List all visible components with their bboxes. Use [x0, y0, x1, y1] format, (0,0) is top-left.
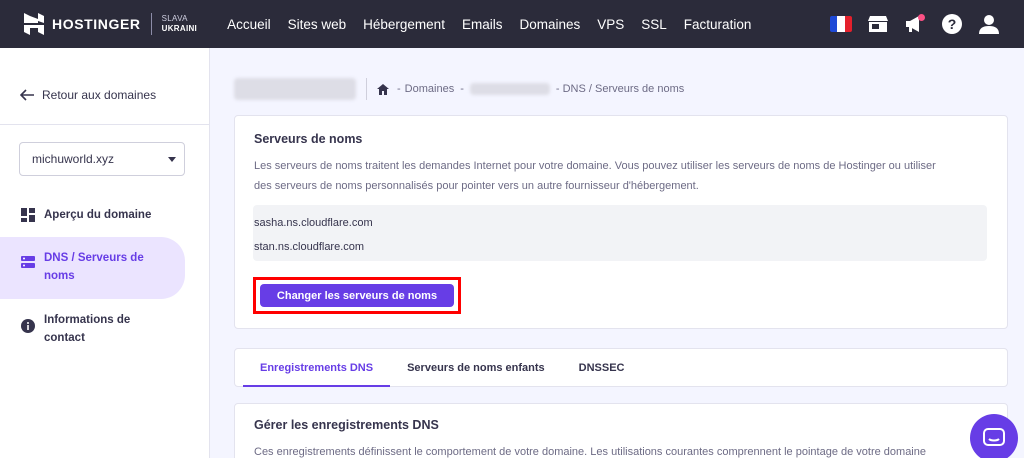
sidebar-item-contact[interactable]: Informations de contact — [0, 311, 185, 347]
chat-icon — [983, 428, 1005, 446]
top-navigation-bar: HOSTINGER SLAVA UKRAINI Accueil Sites we… — [0, 0, 1024, 48]
back-label: Retour aux domaines — [42, 88, 157, 102]
sidebar-item-label: Informations de contact — [44, 314, 131, 344]
tab-child-nameservers[interactable]: Serveurs de noms enfants — [390, 349, 562, 387]
brand-divider — [150, 13, 152, 35]
brand-name: HOSTINGER — [52, 16, 141, 32]
info-icon — [21, 319, 35, 333]
description-line-2: des serveurs de noms personnalisés pour … — [254, 180, 699, 192]
dns-records-title: Gérer les enregistrements DNS — [254, 418, 439, 432]
breadcrumb-domaines[interactable]: Domaines — [405, 83, 455, 95]
tab-dns-records[interactable]: Enregistrements DNS — [243, 349, 391, 387]
chat-button[interactable] — [970, 414, 1018, 458]
sidebar-item-label: Aperçu du domaine — [44, 209, 152, 221]
sidebar-item-label: DNS / Serveurs de noms — [44, 252, 144, 282]
breadcrumb: - Domaines - - DNS / Serveurs de noms — [234, 76, 684, 102]
nav-accueil[interactable]: Accueil — [227, 17, 271, 32]
nameserver-1: sasha.ns.cloudflare.com — [254, 217, 373, 229]
domain-select[interactable]: michuworld.xyz — [19, 142, 185, 176]
slogan-line-1: SLAVA — [161, 14, 188, 23]
sidebar-item-dns[interactable]: DNS / Serveurs de noms — [0, 237, 185, 299]
selected-domain: michuworld.xyz — [32, 152, 115, 166]
notification-dot — [918, 14, 925, 21]
change-nameservers-button[interactable]: Changer les serveurs de noms — [260, 284, 454, 307]
brand-slogan: SLAVA UKRAINI — [162, 14, 197, 34]
sidebar-divider — [0, 124, 210, 125]
nav-ssl[interactable]: SSL — [641, 17, 667, 32]
nav-domaines[interactable]: Domaines — [519, 17, 580, 32]
dns-icon — [21, 256, 35, 268]
main-nav: Accueil Sites web Hébergement Emails Dom… — [227, 17, 768, 32]
dns-records-description: Ces enregistrements définissent le compo… — [254, 446, 926, 458]
back-to-domains-link[interactable]: Retour aux domaines — [20, 88, 156, 102]
hostinger-logo-icon — [24, 13, 44, 35]
redacted-domain-title — [234, 78, 356, 100]
dns-tabs: Enregistrements DNS Serveurs de noms enf… — [234, 348, 1008, 387]
nav-sites-web[interactable]: Sites web — [288, 17, 347, 32]
france-flag-icon[interactable] — [828, 11, 854, 37]
nameservers-card: Serveurs de noms Les serveurs de noms tr… — [234, 115, 1008, 329]
nav-vps[interactable]: VPS — [597, 17, 624, 32]
home-icon[interactable] — [377, 83, 389, 95]
description-line-1: Les serveurs de noms traitent les demand… — [254, 160, 936, 172]
account-icon[interactable] — [976, 11, 1002, 37]
dns-records-card: Gérer les enregistrements DNS Ces enregi… — [234, 403, 1008, 458]
help-icon[interactable]: ? — [939, 11, 965, 37]
breadcrumb-sep: - — [397, 83, 401, 95]
sidebar: Retour aux domaines michuworld.xyz Aperç… — [0, 48, 210, 458]
store-icon[interactable] — [865, 11, 891, 37]
breadcrumb-current: - DNS / Serveurs de noms — [555, 83, 685, 95]
breadcrumb-divider — [366, 78, 367, 100]
dashboard-icon — [21, 208, 35, 222]
nav-emails[interactable]: Emails — [462, 17, 503, 32]
breadcrumb-sep: - — [460, 83, 464, 95]
sidebar-item-apercu[interactable]: Aperçu du domaine — [0, 206, 185, 224]
nameservers-description: Les serveurs de noms traitent les demand… — [254, 156, 994, 196]
brand[interactable]: HOSTINGER SLAVA UKRAINI — [24, 0, 197, 48]
nameserver-2: stan.ns.cloudflare.com — [254, 241, 365, 253]
chevron-down-icon — [168, 157, 176, 162]
nameservers-title: Serveurs de noms — [254, 132, 363, 146]
nav-hebergement[interactable]: Hébergement — [363, 17, 445, 32]
svg-text:?: ? — [948, 16, 957, 32]
top-icons: ? — [817, 0, 1002, 48]
slogan-line-2: UKRAINI — [161, 24, 198, 33]
arrow-left-icon — [20, 89, 34, 101]
nameserver-list: sasha.ns.cloudflare.com stan.ns.cloudfla… — [253, 205, 987, 261]
redacted-domain-crumb[interactable] — [469, 83, 550, 95]
megaphone-icon[interactable] — [902, 11, 928, 37]
nav-facturation[interactable]: Facturation — [684, 17, 752, 32]
highlight-outline: Changer les serveurs de noms — [253, 277, 461, 314]
tab-dnssec[interactable]: DNSSEC — [562, 349, 642, 387]
